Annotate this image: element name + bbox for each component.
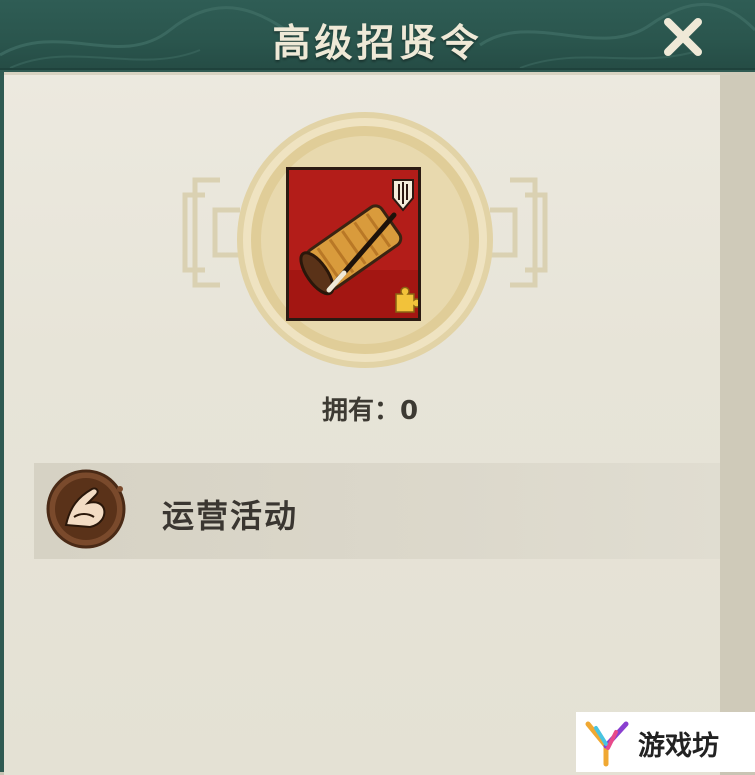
source-item-operations-event[interactable]: 运营活动	[34, 463, 720, 559]
owned-count: 拥有：0	[321, 396, 419, 426]
item-icon[interactable]	[286, 167, 421, 321]
dialog-header: 高级招贤令	[0, 0, 755, 70]
spear-rank-badge-icon	[392, 179, 414, 212]
dialog-title: 高级招贤令	[272, 21, 483, 65]
source-label: 运营活动	[162, 497, 299, 535]
cupped-hands-icon	[46, 469, 126, 549]
watermark-logo-icon	[585, 721, 629, 767]
watermark: 游戏坊	[576, 712, 755, 772]
close-button[interactable]	[660, 16, 706, 58]
gold-puzzle-piece-icon	[395, 286, 418, 313]
panel-right-edge	[720, 72, 755, 772]
watermark-text: 游戏坊	[638, 731, 719, 762]
close-icon	[664, 18, 702, 56]
